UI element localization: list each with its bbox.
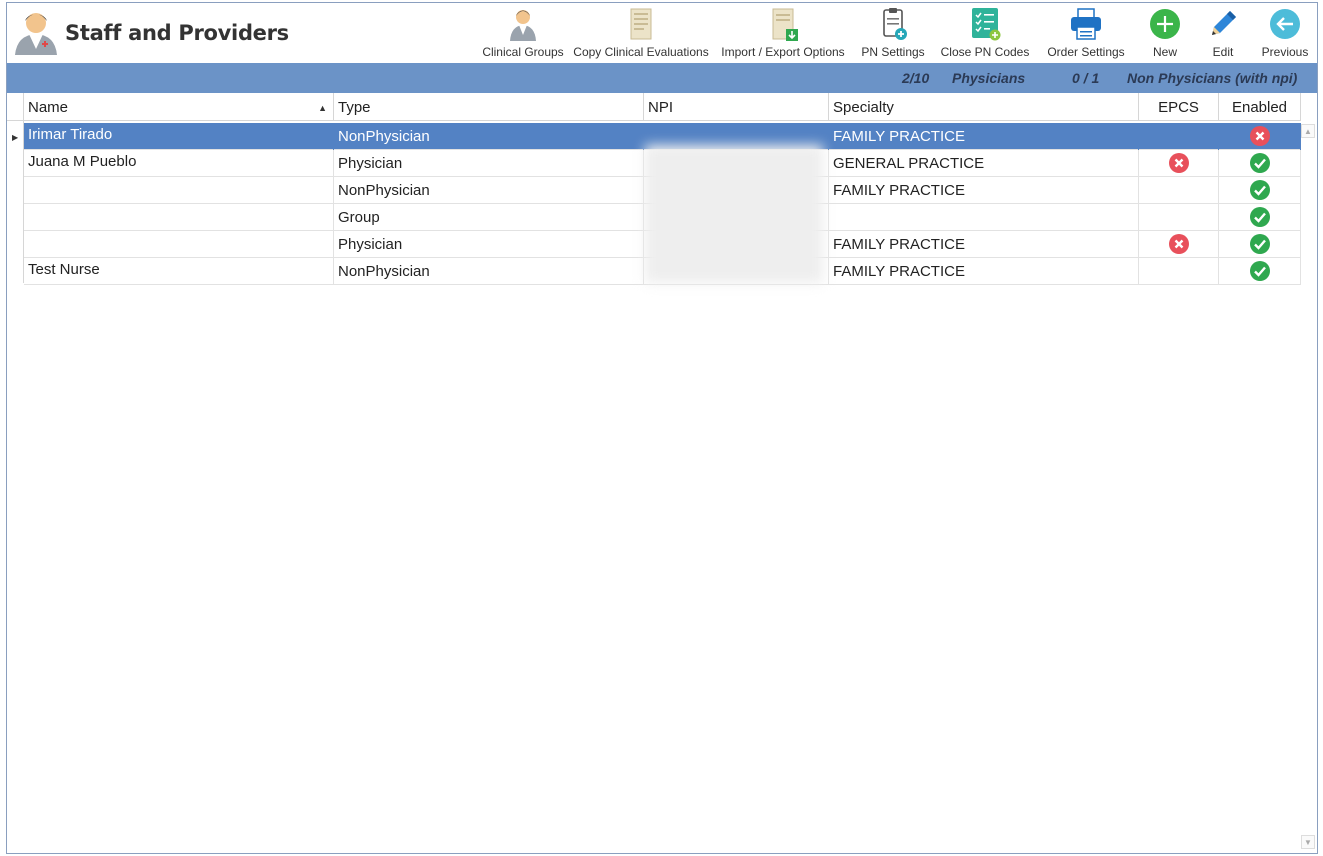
close-pn-codes-label: Close PN Codes xyxy=(940,45,1030,59)
non-physicians-label: Non Physicians (with npi) xyxy=(1127,70,1298,86)
column-header-specialty[interactable]: Specialty xyxy=(829,93,1139,121)
cell-enabled xyxy=(1219,150,1301,177)
physicians-count: 2/10 xyxy=(902,70,930,86)
cell-type: Group xyxy=(334,204,644,231)
non-physicians-count: 0 / 1 xyxy=(1072,70,1100,86)
cell-specialty: FAMILY PRACTICE xyxy=(829,231,1139,258)
cell-type: Physician xyxy=(334,150,644,177)
cell-epcs xyxy=(1139,204,1219,231)
column-header-enabled-label: Enabled xyxy=(1231,99,1288,116)
page-title: Staff and Providers xyxy=(65,21,289,45)
scroll-up-button[interactable]: ▲ xyxy=(1301,124,1315,138)
cell-name xyxy=(24,177,334,204)
import-export-options-button[interactable]: Import / Export Options xyxy=(717,5,849,61)
cell-specialty: GENERAL PRACTICE xyxy=(829,150,1139,177)
cell-specialty: FAMILY PRACTICE xyxy=(829,258,1139,285)
column-header-enabled[interactable]: Enabled xyxy=(1219,93,1301,121)
doctor-icon xyxy=(15,13,57,55)
edit-button[interactable]: Edit xyxy=(1203,5,1243,61)
pn-settings-button[interactable]: PN Settings xyxy=(857,5,929,61)
plus-circle-icon xyxy=(1150,9,1180,39)
clinical-groups-label: Clinical Groups xyxy=(482,45,564,59)
document-copy-icon xyxy=(630,8,652,40)
cell-type: NonPhysician xyxy=(334,258,644,285)
x-circle-icon xyxy=(1169,153,1189,173)
check-circle-icon xyxy=(1250,180,1270,200)
previous-label: Previous xyxy=(1261,45,1309,59)
cell-epcs xyxy=(1139,123,1219,150)
grid-header: Name ▲ Type NPI Specialty EPCS Enabled xyxy=(7,93,1301,121)
current-row-indicator-icon: ▶ xyxy=(12,133,19,142)
cell-enabled xyxy=(1219,231,1301,258)
check-circle-icon xyxy=(1250,153,1270,173)
column-header-type[interactable]: Type xyxy=(334,93,644,121)
new-button[interactable]: New xyxy=(1145,5,1185,61)
close-pn-codes-button[interactable]: Close PN Codes xyxy=(939,5,1031,61)
pn-settings-label: PN Settings xyxy=(861,45,925,59)
cell-type: Physician xyxy=(334,231,644,258)
column-header-npi[interactable]: NPI xyxy=(644,93,829,121)
edit-label: Edit xyxy=(1212,45,1234,59)
scroll-down-button[interactable]: ▼ xyxy=(1301,835,1315,849)
cell-enabled xyxy=(1219,177,1301,204)
cell-type: NonPhysician xyxy=(334,177,644,204)
column-header-name-label: Name xyxy=(28,99,69,116)
check-circle-icon xyxy=(1250,261,1270,281)
clinical-groups-button[interactable]: Clinical Groups xyxy=(481,5,565,61)
copy-clinical-evaluations-button[interactable]: Copy Clinical Evaluations xyxy=(573,5,709,61)
previous-button[interactable]: Previous xyxy=(1257,5,1313,61)
cell-enabled xyxy=(1219,123,1301,150)
cell-epcs xyxy=(1139,150,1219,177)
cell-epcs xyxy=(1139,177,1219,204)
column-header-epcs[interactable]: EPCS xyxy=(1139,93,1219,121)
cell-specialty: FAMILY PRACTICE xyxy=(829,123,1139,150)
staff-grid: Name ▲ Type NPI Specialty EPCS Enabled ▶… xyxy=(7,93,1317,853)
new-label: New xyxy=(1152,45,1177,59)
sort-ascending-icon: ▲ xyxy=(318,103,327,113)
cell-specialty xyxy=(829,204,1139,231)
cell-name xyxy=(24,231,334,258)
redacted-npi xyxy=(645,145,823,283)
summary-bar: 2/10 Physicians 0 / 1 Non Physicians (wi… xyxy=(7,63,1317,93)
cell-name xyxy=(24,204,334,231)
cell-enabled xyxy=(1219,258,1301,285)
arrow-left-circle-icon xyxy=(1270,9,1300,39)
column-header-epcs-label: EPCS xyxy=(1158,99,1199,116)
cell-name: Juana M Pueblo xyxy=(24,150,334,177)
order-settings-label: Order Settings xyxy=(1047,45,1125,59)
cell-specialty: FAMILY PRACTICE xyxy=(829,177,1139,204)
header: Staff and Providers Clinical Groups Copy… xyxy=(7,3,1317,63)
column-header-specialty-label: Specialty xyxy=(833,99,894,116)
cell-enabled xyxy=(1219,204,1301,231)
x-circle-icon xyxy=(1250,126,1270,146)
doctor-group-icon xyxy=(510,10,536,41)
x-circle-icon xyxy=(1169,234,1189,254)
column-header-npi-label: NPI xyxy=(648,99,674,116)
cell-epcs xyxy=(1139,231,1219,258)
cell-epcs xyxy=(1139,258,1219,285)
staff-providers-window: Staff and Providers Clinical Groups Copy… xyxy=(6,2,1318,854)
clipboard-add-icon xyxy=(883,8,907,40)
physicians-label: Physicians xyxy=(952,70,1026,86)
column-header-name[interactable]: Name ▲ xyxy=(24,93,334,121)
pencil-icon xyxy=(1212,11,1236,35)
cell-type: NonPhysician xyxy=(334,123,644,150)
check-circle-icon xyxy=(1250,207,1270,227)
cell-name: Irimar Tirado xyxy=(24,123,334,150)
column-header-type-label: Type xyxy=(338,99,371,116)
document-import-icon xyxy=(772,8,798,41)
printer-icon xyxy=(1071,8,1101,40)
check-circle-icon xyxy=(1250,234,1270,254)
order-settings-button[interactable]: Order Settings xyxy=(1041,5,1131,61)
checklist-add-icon xyxy=(972,8,1001,41)
import-export-options-label: Import / Export Options xyxy=(721,45,845,59)
row-indicator-column xyxy=(7,93,24,283)
cell-name: Test Nurse xyxy=(24,258,334,285)
copy-clinical-evaluations-label: Copy Clinical Evaluations xyxy=(573,45,709,59)
